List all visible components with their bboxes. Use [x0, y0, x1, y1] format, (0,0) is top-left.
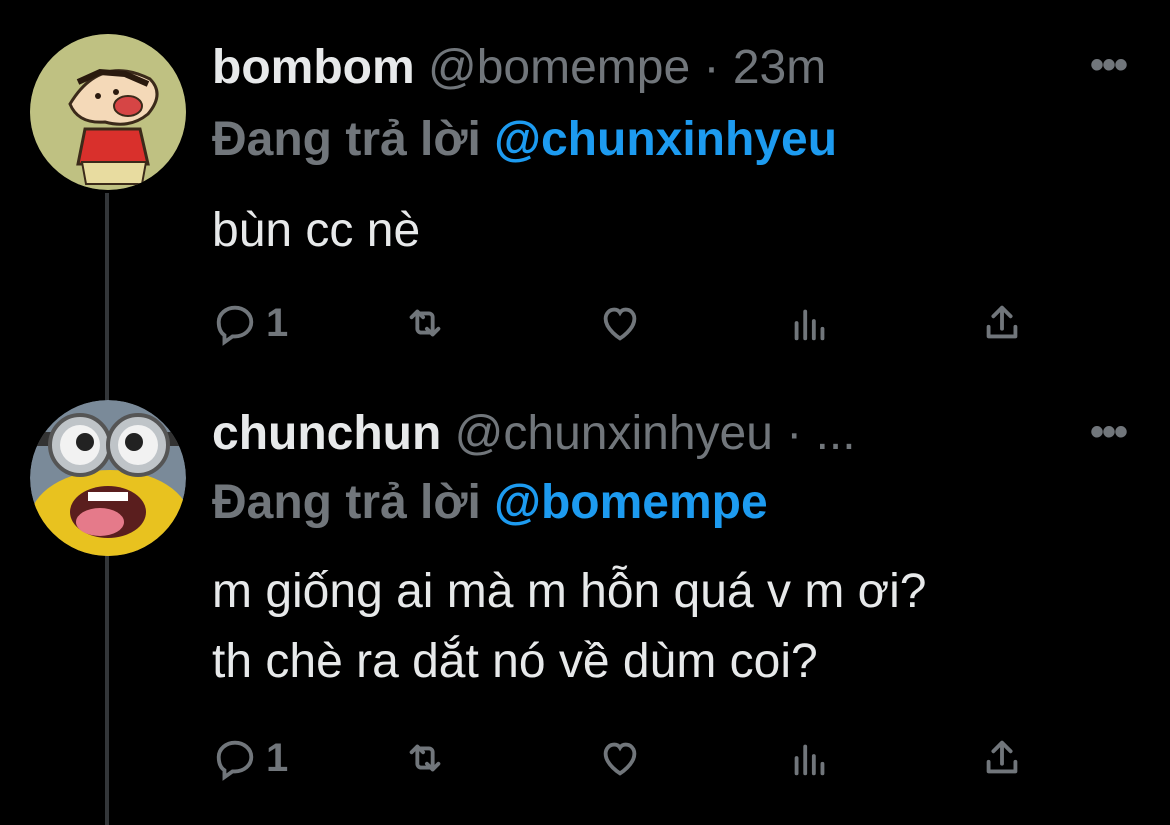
heart-icon — [603, 742, 637, 776]
like-button[interactable] — [597, 300, 643, 346]
replying-to: Đang trả lời @bomempe — [212, 475, 768, 531]
reply-count: 1 — [266, 735, 289, 780]
like-button[interactable] — [597, 735, 643, 781]
replying-to-label: Đang trả lời — [212, 113, 481, 166]
timestamp[interactable]: 23m — [733, 41, 826, 94]
tweet-text-line: th chè ra dắt nó về dùm coi? — [212, 635, 818, 688]
replying-to: Đang trả lời @chunxinhyeu — [212, 112, 837, 168]
avatar[interactable] — [30, 34, 186, 190]
avatar[interactable] — [30, 400, 186, 556]
reply-icon — [216, 305, 254, 346]
views-icon — [794, 309, 825, 341]
views-button[interactable] — [787, 300, 833, 346]
user-handle[interactable]: @chunxinhyeu — [455, 407, 773, 460]
tweet-actions: 1 — [212, 300, 1042, 350]
tweet-header: chunchun @chunxinhyeu · ... — [212, 406, 856, 462]
more-options-button[interactable]: ••• — [1090, 45, 1128, 85]
share-icon — [986, 740, 1018, 774]
retweet-button[interactable] — [402, 300, 448, 346]
retweet-icon — [409, 309, 441, 337]
display-name[interactable]: bombom — [212, 41, 415, 94]
tweet-text-line: bùn cc nè — [212, 204, 421, 257]
shin-chan-avatar-icon — [30, 34, 186, 190]
reply-icon — [216, 740, 254, 781]
tweet-text-line: m giống ai mà m hỗn quá v m ơi? — [212, 565, 927, 618]
display-name[interactable]: chunchun — [212, 407, 441, 460]
reply-button[interactable]: 1 — [212, 735, 288, 781]
tweet-actions: 1 — [212, 735, 1042, 785]
replying-to-label: Đang trả lời — [212, 476, 481, 529]
tweet[interactable]: chunchun @chunxinhyeu · ... ••• Đang trả… — [0, 395, 1170, 825]
minion-avatar-icon — [30, 400, 186, 556]
timestamp[interactable]: ... — [816, 407, 856, 460]
tweet-header: bombom @bomempe · 23m — [212, 40, 826, 96]
tweet[interactable]: bombom @bomempe · 23m ••• Đang trả lời @… — [0, 0, 1170, 395]
views-icon — [794, 744, 825, 776]
separator-dot: · — [786, 407, 803, 460]
separator-dot: · — [703, 41, 720, 94]
heart-icon — [603, 307, 637, 341]
share-button[interactable] — [979, 300, 1025, 346]
more-options-button[interactable]: ••• — [1090, 412, 1128, 452]
share-icon — [986, 305, 1018, 339]
views-button[interactable] — [787, 735, 833, 781]
reply-count: 1 — [266, 300, 289, 345]
tweet-text: bùn cc nè — [212, 196, 420, 266]
share-button[interactable] — [979, 735, 1025, 781]
mention-link[interactable]: @bomempe — [494, 476, 768, 529]
retweet-icon — [409, 744, 441, 772]
user-handle[interactable]: @bomempe — [428, 41, 690, 94]
mention-link[interactable]: @chunxinhyeu — [494, 113, 837, 166]
reply-button[interactable]: 1 — [212, 300, 288, 346]
tweet-text: m giống ai mà m hỗn quá v m ơi? th chè r… — [212, 557, 926, 697]
retweet-button[interactable] — [402, 735, 448, 781]
